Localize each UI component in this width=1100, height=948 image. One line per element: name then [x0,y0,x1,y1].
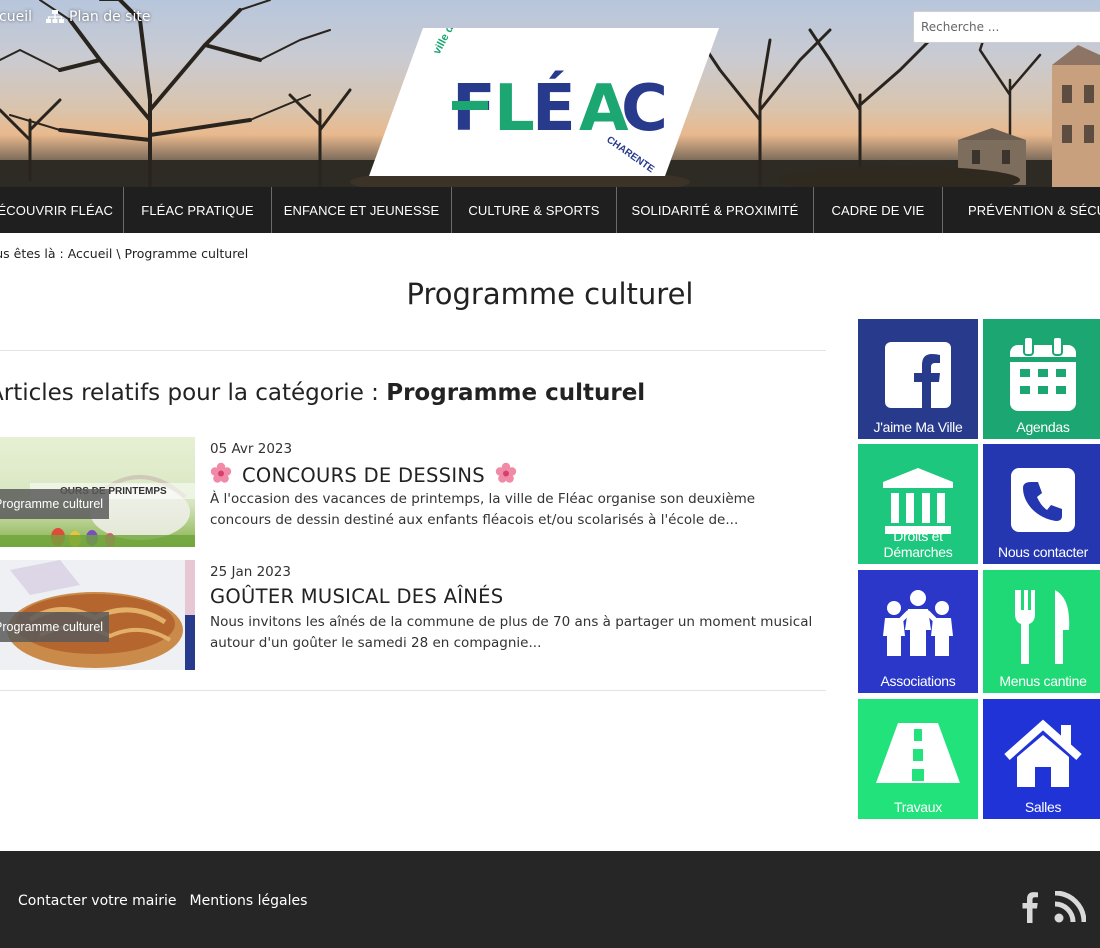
breadcrumb-prefix: Vous êtes là : [0,246,64,261]
tile-label: Travaux [894,799,942,815]
breadcrumb-home-link[interactable]: Accueil [68,246,113,261]
tile-agendas[interactable]: Agendas [983,319,1100,439]
nav-item-decouvrir[interactable]: DÉCOUVRIR FLÉAC [0,187,124,233]
sitemap-link[interactable]: Plan de site [46,9,150,25]
tile-droits[interactable]: Droits et Démarches [858,444,978,564]
nav-label: DÉCOUVRIR FLÉAC [0,202,114,218]
nav-item-cadre-de-vie[interactable]: CADRE DE VIE [814,187,943,233]
search-input[interactable] [913,11,1100,43]
facebook-icon [858,342,978,408]
tile-salles[interactable]: Salles [983,699,1100,819]
svg-text:C: C [621,72,668,146]
tile-label: Salles [1024,799,1062,815]
phone-icon [983,468,1100,532]
tile-label: Nous contacter [998,544,1088,560]
tile-label: J'aime Ma Ville [873,419,963,435]
article-title: GOÛTER MUSICAL DES AÎNÉS [210,585,504,608]
main-nav: DÉCOUVRIR FLÉAC FLÉAC PRATIQUE ENFANCE E… [0,187,1100,233]
calendar-icon [983,337,1100,411]
nav-label: PRÉVENTION & SÉCURITÉ [968,202,1100,218]
top-links: Accueil Plan de site [0,9,150,25]
breadcrumb-separator: \ [112,246,125,261]
footer-link-contact[interactable]: Contacter votre mairie [18,893,177,909]
tile-contact[interactable]: Nous contacter [983,444,1100,564]
nav-label: FLÉAC PRATIQUE [141,202,254,218]
nav-label: SOLIDARITÉ & PROXIMITÉ [631,202,799,218]
category-tag[interactable]: Programme culturel [0,612,110,642]
nav-item-pratique[interactable]: FLÉAC PRATIQUE [124,187,272,233]
tile-label: Droits et Démarches [883,528,953,560]
category-tag-label: Programme culturel [0,620,104,634]
tile-travaux[interactable]: Travaux [858,699,978,819]
category-heading-prefix: Articles relatifs pour la catégorie : [0,380,387,406]
home-link[interactable]: Accueil [0,9,32,25]
svg-text:É: É [532,70,576,146]
article-excerpt: Nous invitons les aînés de la commune de… [210,614,813,651]
divider [0,690,826,691]
article-date: 25 Jan 2023 [210,564,291,580]
tile-label: Associations [880,673,956,689]
svg-text:L: L [494,72,535,146]
footer-social [1022,890,1087,927]
category-heading: Articles relatifs pour la catégorie : Pr… [0,380,645,406]
article-title-link[interactable]: GOÛTER MUSICAL DES AÎNÉS [210,585,503,608]
courthouse-icon [858,468,978,534]
article-date: 05 Avr 2023 [210,441,293,457]
footer-link-legal[interactable]: Mentions légales [190,893,308,909]
sitemap-link-label: Plan de site [69,9,151,25]
article-thumbnail[interactable]: OURS DE PRINTEMPS Programme culturel [0,437,195,547]
divider [0,350,826,351]
nav-item-culture[interactable]: CULTURE & SPORTS [452,187,617,233]
home-link-label: Accueil [0,9,32,25]
tile-label: Agendas [1016,419,1070,435]
nav-item-prevention[interactable]: PRÉVENTION & SÉCURITÉ [943,187,1100,233]
tile-associations[interactable]: Associations [858,570,978,693]
house-icon [983,719,1100,789]
category-heading-name: Programme culturel [386,380,646,406]
nav-label: CULTURE & SPORTS [468,202,600,218]
sitemap-icon [46,10,64,24]
nav-item-enfance[interactable]: ENFANCE ET JEUNESSE [272,187,452,233]
rss-icon[interactable] [1054,890,1087,927]
road-icon [858,723,978,783]
article-excerpt: À l'occasion des vacances de printemps, … [210,491,756,528]
flower-icon [495,462,517,489]
category-tag[interactable]: Programme culturel [0,489,110,519]
tile-facebook[interactable]: J'aime Ma Ville [858,319,978,439]
people-icon [858,590,978,658]
tile-label: Menus cantine [999,673,1087,689]
category-tag-label: Programme culturel [0,497,104,511]
nav-label: CADRE DE VIE [831,202,925,218]
breadcrumb: Vous êtes là : Accueil \ Programme cultu… [0,246,248,261]
facebook-icon[interactable] [1022,891,1038,927]
nav-label: ENFANCE ET JEUNESSE [283,202,440,218]
breadcrumb-current: Programme culturel [124,246,249,261]
footer: Contacter votre mairie Mentions légales [0,851,1100,948]
article-thumbnail[interactable]: Programme culturel [0,560,195,670]
page-title: Programme culturel [406,277,694,311]
tile-menus[interactable]: Menus cantine [983,570,1100,693]
fork-knife-icon [983,590,1100,664]
article-title: CONCOURS DE DESSINS [242,464,485,487]
site-logo[interactable]: ville de F L É A C CHARENTE [369,18,719,176]
footer-links: Contacter votre mairie Mentions légales [18,893,307,909]
article-title-link[interactable]: CONCOURS DE DESSINS [210,462,517,489]
nav-item-solidarite[interactable]: SOLIDARITÉ & PROXIMITÉ [617,187,814,233]
flower-icon [210,462,232,489]
header-banner: Accueil Plan de site ville de F L É A C … [0,0,1100,187]
